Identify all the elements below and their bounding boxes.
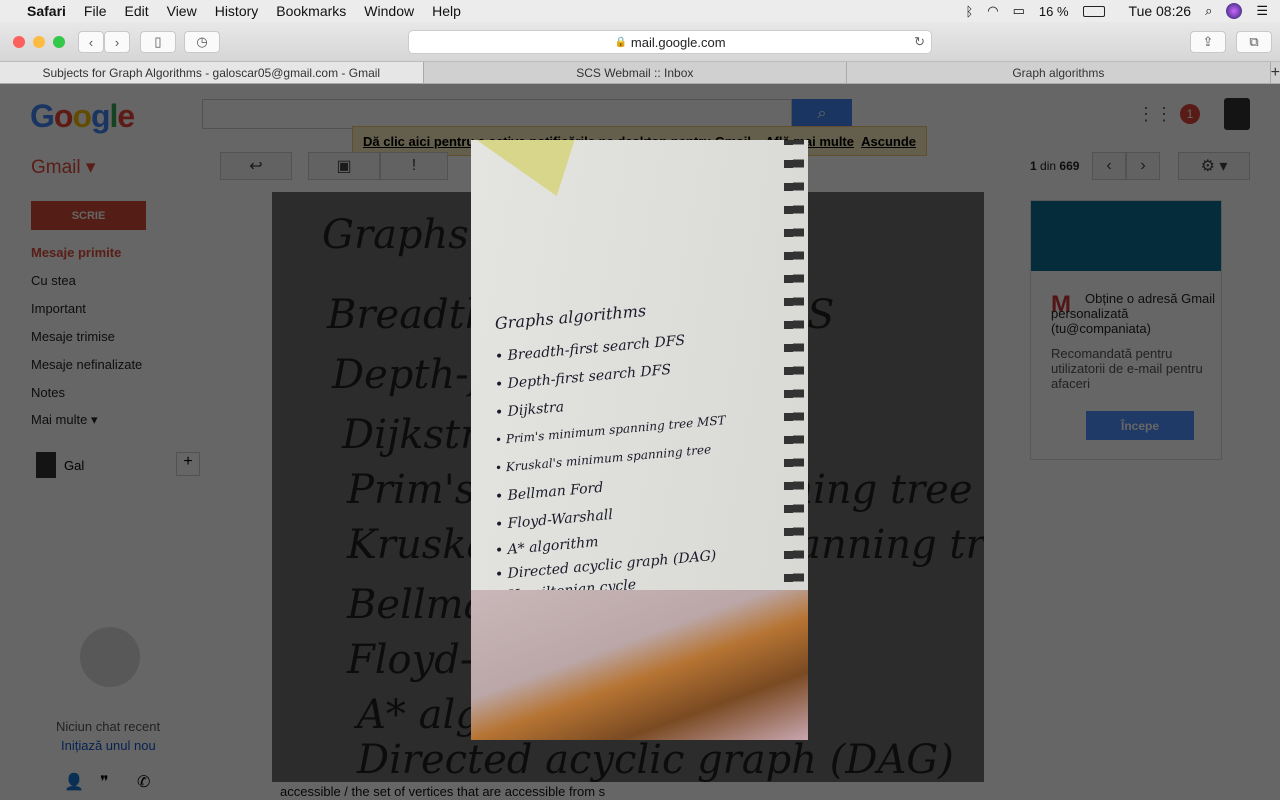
- paper-fan-drawing: [471, 140, 623, 219]
- history-icon[interactable]: ◷: [184, 31, 220, 53]
- forward-button[interactable]: ›: [104, 31, 130, 53]
- siri-icon[interactable]: [1226, 3, 1243, 19]
- note-title: Graphs algorithms: [494, 301, 647, 334]
- notebook-page: Graphs algorithms • Breadth-first search…: [471, 140, 808, 620]
- archive-button[interactable]: ▣: [308, 152, 380, 180]
- battery-icon[interactable]: [1082, 5, 1105, 17]
- fabric-background: [471, 590, 808, 740]
- big-item: Directed acyclic graph (DAG): [357, 737, 954, 782]
- search-icon: ⌕: [817, 105, 827, 122]
- newer-button[interactable]: ‹: [1092, 152, 1126, 180]
- gmail-menu[interactable]: Gmail ▾: [31, 156, 95, 179]
- lock-icon: 🔒: [614, 36, 627, 48]
- account-avatar[interactable]: [1224, 98, 1250, 130]
- search-input[interactable]: [202, 99, 792, 129]
- note-item: • Dijkstra: [494, 399, 565, 422]
- clock[interactable]: Tue 08:26: [1129, 3, 1192, 19]
- notebook-spiral: [784, 140, 804, 588]
- report-spam-button[interactable]: !: [380, 152, 448, 180]
- menu-app[interactable]: Safari: [18, 3, 75, 19]
- nav-sent[interactable]: Mesaje trimise: [31, 329, 115, 344]
- promo-start-button[interactable]: Începe: [1086, 411, 1194, 440]
- nav-more[interactable]: Mai multe ▾: [31, 412, 98, 428]
- tab-gmail[interactable]: Subjects for Graph Algorithms - galoscar…: [0, 62, 424, 83]
- note-item: • Floyd-Warshall: [494, 506, 614, 534]
- hide-link[interactable]: Ascunde: [861, 134, 916, 149]
- note-item: • Kruskal's minimum spanning tree: [494, 442, 712, 476]
- menu-edit[interactable]: Edit: [115, 3, 157, 19]
- google-logo[interactable]: Google: [30, 98, 135, 135]
- note-item: • A* algorithm: [494, 534, 599, 560]
- minimize-window-button[interactable]: [33, 36, 45, 48]
- add-chat-button[interactable]: +: [176, 452, 200, 476]
- new-tab-button[interactable]: +: [1271, 62, 1280, 83]
- nav-inbox[interactable]: Mesaje primite: [31, 245, 121, 260]
- notebook-photo: Graphs algorithms • Breadth-first search…: [471, 140, 808, 740]
- tabs-overview-button[interactable]: ⧉: [1236, 31, 1272, 53]
- contacts-icon[interactable]: 👤: [64, 772, 84, 792]
- address-bar[interactable]: 🔒 mail.google.com ↻: [408, 30, 932, 54]
- pagination: 1 din 669: [1030, 159, 1080, 173]
- menu-history[interactable]: History: [206, 3, 268, 19]
- tab-bar: Subjects for Graph Algorithms - galoscar…: [0, 62, 1280, 84]
- promo-desc: Recomandată pentru utilizatorii de e-mai…: [1051, 346, 1203, 391]
- nav-important[interactable]: Important: [31, 301, 86, 316]
- user-name: Gal: [64, 457, 85, 473]
- menu-view[interactable]: View: [158, 3, 206, 19]
- spotlight-icon[interactable]: ⌕: [1205, 3, 1212, 19]
- url-text: mail.google.com: [630, 34, 726, 50]
- menu-file[interactable]: File: [75, 3, 116, 19]
- promo-illustration: [1031, 201, 1221, 271]
- search-button[interactable]: ⌕: [792, 99, 852, 129]
- bluetooth-icon[interactable]: ᛒ: [965, 4, 973, 19]
- notifications-badge[interactable]: 1: [1180, 104, 1200, 124]
- no-recent-chats: Niciun chat recent: [56, 719, 161, 734]
- share-button[interactable]: ⇪: [1190, 31, 1226, 53]
- compose-button[interactable]: SCRIE: [31, 201, 146, 230]
- note-item: • Bellman Ford: [494, 479, 604, 506]
- battery-percent: 16 %: [1038, 3, 1069, 19]
- nav-notes[interactable]: Notes: [31, 385, 65, 400]
- nav-drafts[interactable]: Mesaje nefinalizate: [31, 357, 142, 372]
- note-item: • Breadth-first search DFS: [494, 332, 686, 366]
- notification-center-icon[interactable]: ☰: [1256, 3, 1268, 19]
- nav-starred[interactable]: Cu stea: [31, 273, 76, 288]
- big-title: Graphs: [322, 212, 469, 258]
- sidebar-icon[interactable]: ▯: [140, 31, 176, 53]
- gmail-label: Gmail: [31, 157, 81, 178]
- email-body-snippet: accessible / the set of vertices that ar…: [280, 784, 606, 799]
- hangouts-tab-icon[interactable]: ❞: [100, 772, 109, 792]
- apps-grid-icon[interactable]: ⋮⋮: [1137, 104, 1173, 125]
- settings-button[interactable]: ⚙ ▾: [1178, 152, 1250, 180]
- promo-card: M Obține o adresă Gmail personalizată (t…: [1030, 200, 1222, 460]
- menu-window[interactable]: Window: [355, 3, 423, 19]
- airplay-icon[interactable]: ▭: [1013, 3, 1025, 19]
- reload-icon[interactable]: ↻: [914, 34, 925, 50]
- older-button[interactable]: ›: [1126, 152, 1160, 180]
- safari-toolbar: ‹ › ▯ ◷ 🔒 mail.google.com ↻ ⇪ ⧉: [0, 22, 1280, 62]
- start-chat-link[interactable]: Inițiază unul nou: [61, 738, 156, 753]
- promo-title: Obține o adresă Gmail personalizată (tu@…: [1051, 291, 1216, 336]
- macos-menubar: Safari File Edit View History Bookmarks …: [0, 0, 1280, 22]
- phone-icon[interactable]: ✆: [137, 772, 150, 792]
- close-window-button[interactable]: [13, 36, 25, 48]
- note-item: • Depth-first search DFS: [494, 361, 672, 394]
- tab-graph-algorithms[interactable]: Graph algorithms: [847, 62, 1271, 83]
- hangouts-icon: [80, 627, 140, 687]
- zoom-window-button[interactable]: [53, 36, 65, 48]
- tab-scs-webmail[interactable]: SCS Webmail :: Inbox: [424, 62, 848, 83]
- chat-user[interactable]: Gal: [36, 452, 84, 478]
- back-button[interactable]: ‹: [78, 31, 104, 53]
- back-to-inbox-button[interactable]: ↩: [220, 152, 292, 180]
- wifi-icon[interactable]: ◠: [987, 3, 998, 19]
- user-avatar: [36, 452, 56, 478]
- menu-help[interactable]: Help: [423, 3, 470, 19]
- menu-bookmarks[interactable]: Bookmarks: [267, 3, 355, 19]
